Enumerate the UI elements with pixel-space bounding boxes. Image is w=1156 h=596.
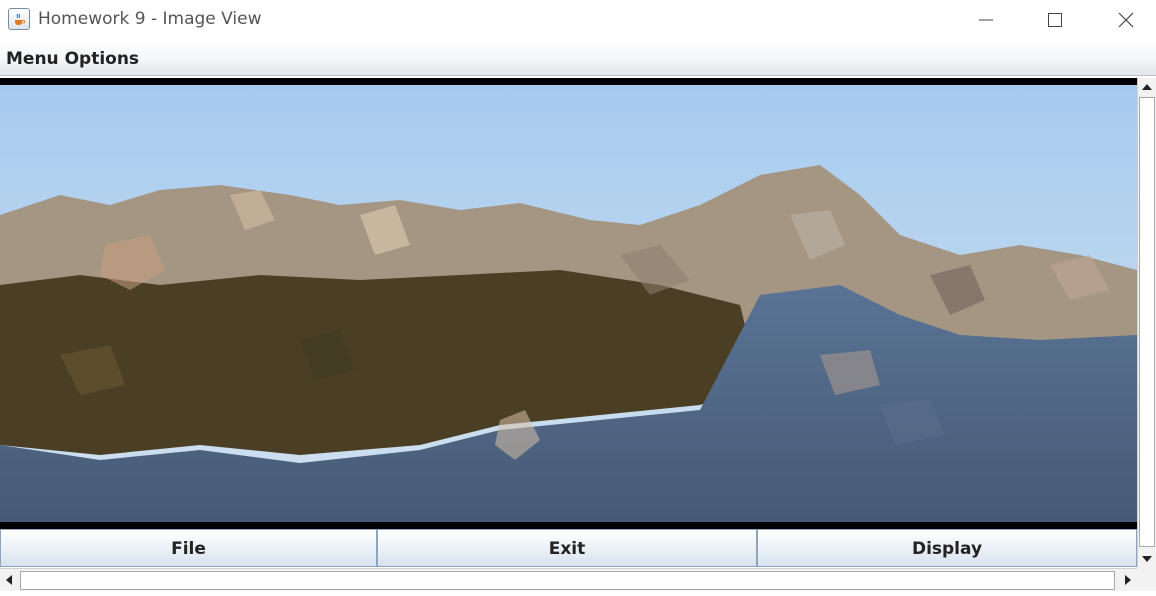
- scroll-left-icon: [6, 575, 12, 585]
- vertical-scrollbar[interactable]: [1137, 78, 1156, 568]
- horizontal-scrollbar[interactable]: [0, 568, 1137, 591]
- scroll-right-button[interactable]: [1119, 569, 1137, 591]
- menu-bar: Menu Options: [0, 40, 1156, 76]
- scroll-down-icon: [1142, 556, 1152, 562]
- menu-options[interactable]: Menu Options: [6, 49, 139, 69]
- scroll-right-icon: [1125, 575, 1131, 585]
- scroll-viewport: File Exit Display: [0, 78, 1137, 568]
- horizontal-scroll-thumb[interactable]: [20, 571, 1115, 590]
- scroll-up-icon: [1142, 84, 1152, 90]
- scroll-left-button[interactable]: [0, 569, 18, 591]
- scrollbar-corner: [1137, 568, 1156, 591]
- image-panel: [0, 78, 1137, 529]
- vertical-scroll-thumb[interactable]: [1139, 97, 1155, 547]
- button-row: File Exit Display: [0, 529, 1137, 568]
- scroll-down-button[interactable]: [1138, 550, 1156, 568]
- maximize-button[interactable]: [1025, 0, 1085, 40]
- exit-button[interactable]: Exit: [377, 529, 757, 567]
- close-button[interactable]: [1096, 0, 1156, 40]
- close-icon: [1118, 12, 1134, 28]
- scroll-up-button[interactable]: [1138, 78, 1156, 96]
- minimize-button[interactable]: [956, 0, 1016, 40]
- maximize-icon: [1048, 13, 1062, 27]
- title-bar[interactable]: Homework 9 - Image View: [0, 0, 1156, 40]
- minimize-icon: [979, 19, 993, 21]
- display-button[interactable]: Display: [757, 529, 1137, 567]
- mosaic-landscape-image: [0, 85, 1137, 522]
- window-title: Homework 9 - Image View: [38, 9, 262, 29]
- file-button[interactable]: File: [0, 529, 377, 567]
- java-cup-icon: [8, 8, 30, 30]
